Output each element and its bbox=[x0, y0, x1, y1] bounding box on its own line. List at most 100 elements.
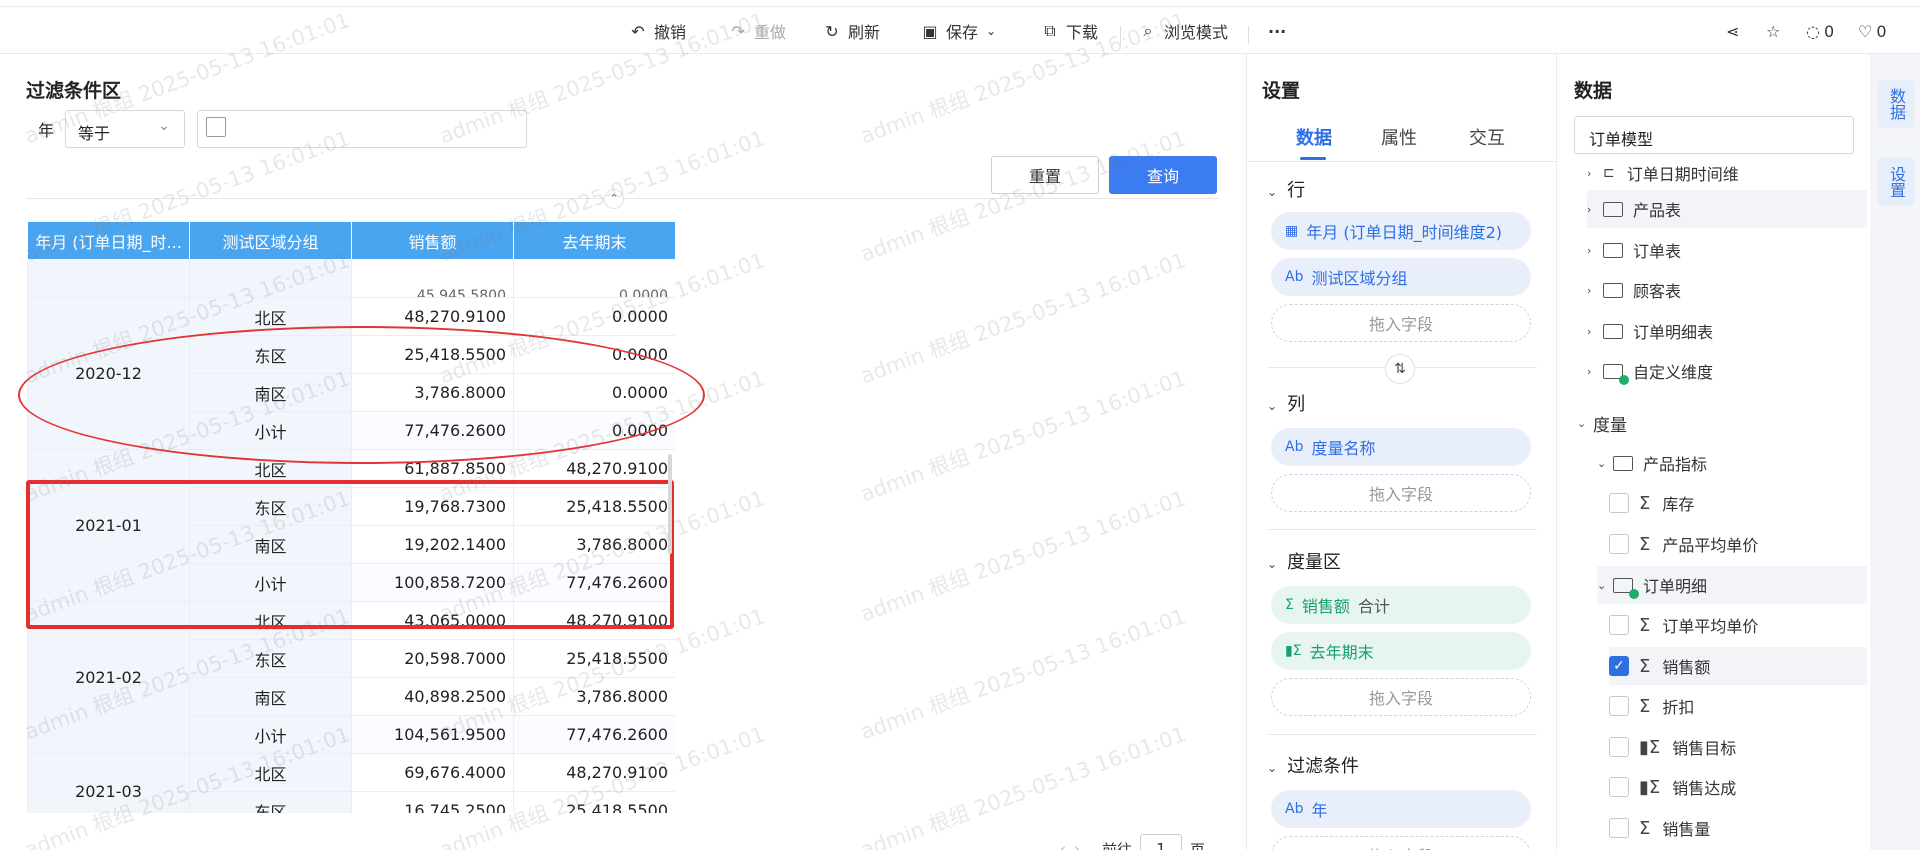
measure-item[interactable]: Σ 折扣 bbox=[1609, 687, 1889, 725]
model-select[interactable]: 订单模型 bbox=[1574, 116, 1854, 154]
region-cell[interactable]: 东区 bbox=[189, 791, 352, 813]
tab-properties[interactable]: 属性 bbox=[1381, 124, 1417, 150]
measure-item[interactable]: Σ 销售量 bbox=[1609, 809, 1889, 847]
collapse-icon[interactable]: ⌃ bbox=[604, 189, 624, 209]
tree-item-order-detail[interactable]: ⌄ 订单明细 bbox=[1597, 566, 1867, 604]
columns-section[interactable]: ⌄ 列 bbox=[1267, 390, 1305, 416]
column-header[interactable]: 测试区域分组 bbox=[189, 221, 352, 260]
measure-item[interactable]: ▮Σ 销售目标 bbox=[1609, 728, 1889, 766]
tab-interaction[interactable]: 交互 bbox=[1469, 124, 1505, 150]
next-page-icon[interactable]: › bbox=[1074, 840, 1080, 850]
data-panel-title: 数据 bbox=[1574, 80, 1613, 102]
measure-item[interactable]: Σ 库存 bbox=[1609, 484, 1889, 522]
checkbox[interactable] bbox=[1609, 777, 1629, 797]
chevron-down-icon: ⌄ bbox=[1577, 416, 1587, 430]
checkbox-checked[interactable]: ✓ bbox=[1609, 656, 1629, 676]
reset-button[interactable]: 重置 bbox=[991, 156, 1099, 194]
region-cell[interactable]: 小计 bbox=[189, 715, 352, 754]
year-cell[interactable]: 2021-03 bbox=[27, 753, 190, 813]
rail-tab-data[interactable]: 数据 bbox=[1878, 80, 1914, 128]
measure-item[interactable]: Σ 订单平均单价 bbox=[1609, 606, 1889, 644]
tree-item-order-table[interactable]: › 订单表 bbox=[1587, 231, 1867, 269]
sales-cell: 69,676.4000 bbox=[351, 753, 514, 792]
tree-item-time-hierarchy[interactable]: › ⊏ 订单日期时间维 bbox=[1587, 154, 1867, 192]
sales-cell: 16,745.2500 bbox=[351, 791, 514, 813]
toolbar: ↶ 撤销 ↷ 重做 ↻ 刷新 ▣ 保存 ⌄ ⧉ 下载 ⌕ 浏览模式 ··· ⋖ ☆ ◌ 0 ♡ 0 bbox=[0, 8, 1920, 54]
measure-field-pill[interactable]: Σ 销售额 合计 bbox=[1271, 586, 1531, 624]
tree-item-product-metrics[interactable]: ⌄ 产品指标 bbox=[1597, 444, 1877, 482]
measures-group[interactable]: ⌄ 度量 bbox=[1577, 404, 1857, 442]
calc-measure-icon: ▮Σ bbox=[1639, 736, 1661, 758]
column-header[interactable]: 去年期末 bbox=[513, 221, 675, 260]
measures-drop-zone[interactable]: 拖入字段 bbox=[1271, 678, 1531, 716]
column-header[interactable]: 销售额 bbox=[351, 221, 514, 260]
region-cell[interactable]: 东区 bbox=[189, 639, 352, 678]
checkbox[interactable] bbox=[1609, 818, 1629, 838]
checkbox[interactable] bbox=[1609, 737, 1629, 757]
sigma-icon: Σ bbox=[1639, 492, 1651, 514]
more-button[interactable]: ··· bbox=[1268, 18, 1286, 44]
toolbar-divider bbox=[1248, 26, 1249, 44]
redo-button[interactable]: ↷ 重做 bbox=[728, 18, 786, 44]
chevron-down-icon: ⌄ bbox=[1597, 456, 1607, 470]
checkbox[interactable] bbox=[1609, 493, 1629, 513]
save-button[interactable]: ▣ 保存 ⌄ bbox=[920, 18, 996, 44]
page-input[interactable]: 1 bbox=[1140, 834, 1183, 850]
comments-button[interactable]: ◌ 0 bbox=[1806, 18, 1834, 44]
columns-drop-zone[interactable]: 拖入字段 bbox=[1271, 474, 1531, 512]
browse-mode-button[interactable]: ⌕ 浏览模式 bbox=[1138, 18, 1229, 44]
region-cell[interactable]: 北区 bbox=[189, 753, 352, 792]
tab-data[interactable]: 数据 bbox=[1296, 124, 1332, 150]
pagination: ‹ › 前往 1 页 bbox=[1060, 834, 1205, 850]
rows-section[interactable]: ⌄ 行 bbox=[1267, 176, 1305, 202]
table-row: 2021-03 北区 69,676.4000 48,270.9100 bbox=[27, 753, 675, 813]
checkbox[interactable] bbox=[1609, 615, 1629, 635]
download-button[interactable]: ⧉ 下载 bbox=[1040, 18, 1098, 44]
column-header[interactable]: 年月 (订单日期_时... bbox=[27, 221, 190, 260]
row-field-pill[interactable]: Ab 测试区域分组 bbox=[1271, 258, 1531, 296]
hierarchy-icon: ⊏ bbox=[1603, 165, 1615, 181]
filter-field-label: 年 bbox=[38, 121, 55, 140]
rail-tab-settings[interactable]: 设置 bbox=[1878, 158, 1914, 206]
checkbox[interactable] bbox=[1609, 534, 1629, 554]
tree-item-order-detail-table[interactable]: › 订单明细表 bbox=[1587, 312, 1867, 350]
share-button[interactable]: ⋖ bbox=[1726, 18, 1739, 44]
like-button[interactable]: ♡ 0 bbox=[1858, 18, 1887, 44]
tree-item-custom-dimension[interactable]: › 自定义维度 bbox=[1587, 352, 1867, 390]
tree-item-customer-table[interactable]: › 顾客表 bbox=[1587, 271, 1867, 309]
browse-icon: ⌕ bbox=[1143, 21, 1153, 40]
refresh-button[interactable]: ↻ 刷新 bbox=[822, 18, 880, 44]
report-canvas: 过滤条件区 年 等于 ⌄ 重置 查询 ⌃ 年月 (订单日期_时... 测试区域分… bbox=[0, 54, 1246, 850]
rows-drop-zone[interactable]: 拖入字段 bbox=[1271, 304, 1531, 342]
last-period-cell: 25,418.5500 bbox=[513, 639, 675, 678]
thumb-up-icon: ♡ bbox=[1858, 21, 1873, 41]
chevron-down-icon: ⌄ bbox=[1267, 399, 1278, 413]
region-cell[interactable]: 南区 bbox=[189, 677, 352, 716]
undo-button[interactable]: ↶ 撤销 bbox=[628, 18, 686, 44]
date-input[interactable] bbox=[197, 110, 527, 148]
query-button[interactable]: 查询 bbox=[1109, 156, 1217, 194]
settings-title: 设置 bbox=[1262, 80, 1301, 102]
row-field-pill[interactable]: ▦ 年月 (订单日期_时间维度2) bbox=[1271, 212, 1531, 250]
favorite-button[interactable]: ☆ bbox=[1766, 18, 1780, 44]
measure-item-selected[interactable]: ✓ Σ 销售额 bbox=[1609, 647, 1867, 685]
measure-field-pill[interactable]: ▮Σ 去年期末 bbox=[1271, 632, 1531, 670]
prev-page-icon[interactable]: ‹ bbox=[1060, 840, 1066, 850]
swap-rows-columns-icon[interactable]: ⇅ bbox=[1385, 354, 1415, 384]
tree-item-product-table[interactable]: › 产品表 bbox=[1587, 190, 1867, 228]
column-field-pill[interactable]: Ab 度量名称 bbox=[1271, 428, 1531, 466]
measure-item[interactable]: ▮Σ 销售达成 bbox=[1609, 768, 1889, 806]
measures-section[interactable]: ⌄ 度量区 bbox=[1267, 548, 1341, 574]
checkbox[interactable] bbox=[1609, 696, 1629, 716]
table-scrollbar[interactable] bbox=[668, 454, 672, 554]
text-dimension-icon: Ab bbox=[1285, 801, 1304, 817]
filter-field-pill[interactable]: Ab 年 bbox=[1271, 790, 1531, 828]
share-icon: ⋖ bbox=[1726, 21, 1740, 41]
measure-item[interactable]: Σ 产品平均单价 bbox=[1609, 525, 1889, 563]
operator-select[interactable]: 等于 ⌄ bbox=[65, 110, 185, 148]
filters-drop-zone[interactable]: 拖入字段 bbox=[1271, 836, 1531, 850]
filters-section[interactable]: ⌄ 过滤条件 bbox=[1267, 752, 1359, 778]
last-period-cell: 48,270.9100 bbox=[513, 753, 675, 792]
text-dimension-icon: Ab bbox=[1285, 439, 1304, 455]
data-panel: 数据 订单模型 › ⊏ 订单日期时间维 › 产品表 › 订单表 › 顾客表 › … bbox=[1556, 54, 1870, 850]
